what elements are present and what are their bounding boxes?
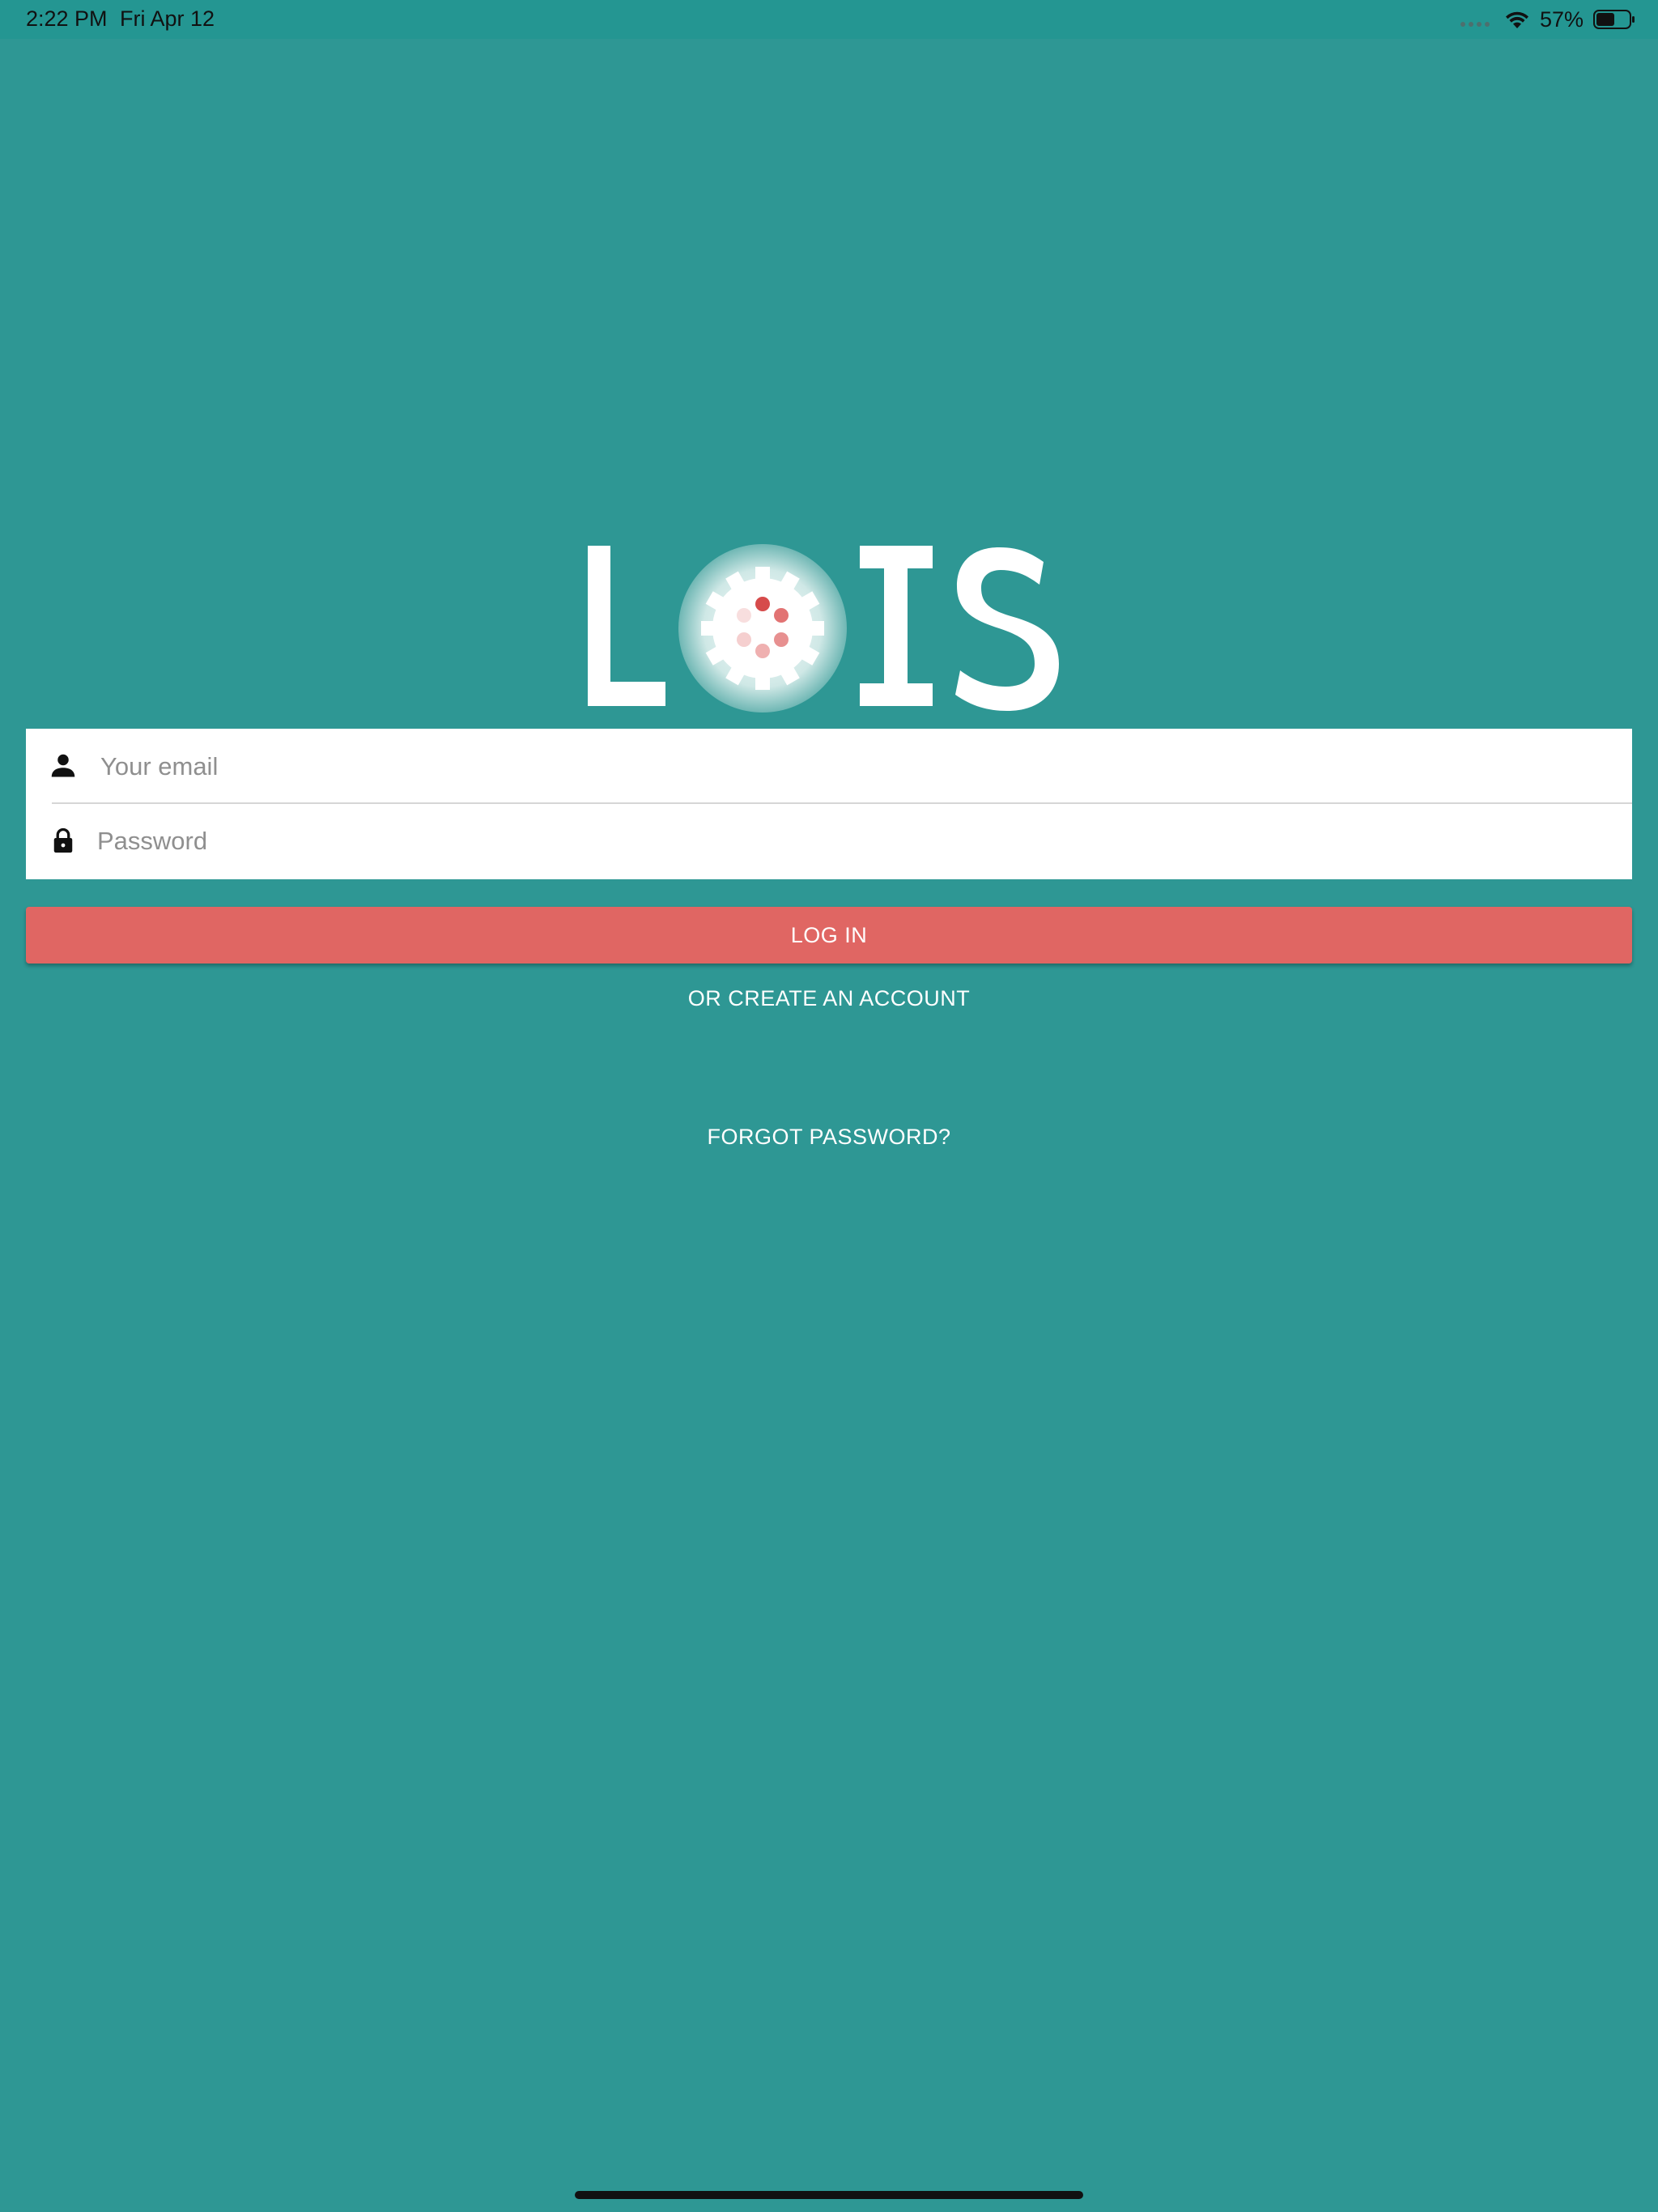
create-account-link[interactable]: OR CREATE AN ACCOUNT: [0, 986, 1658, 1011]
home-indicator[interactable]: [575, 2191, 1083, 2199]
password-field-row: [26, 803, 1632, 878]
person-icon: [51, 754, 75, 777]
battery-icon: [1593, 10, 1635, 29]
email-input[interactable]: [99, 743, 1608, 790]
forgot-password-link[interactable]: FORGOT PASSWORD?: [0, 1125, 1658, 1150]
status-bar: 2:22 PM Fri Apr 12 57%: [0, 0, 1658, 39]
wifi-icon: [1505, 11, 1528, 28]
battery-percent: 57%: [1539, 6, 1584, 32]
status-time: 2:22 PM: [26, 6, 108, 31]
cellular-signal-icon: [1460, 12, 1490, 27]
lois-logo: [588, 544, 1059, 713]
status-date: Fri Apr 12: [120, 6, 215, 31]
email-field-row: [26, 729, 1632, 803]
login-form: [26, 729, 1632, 879]
password-input[interactable]: [96, 818, 1605, 865]
status-indicators: 57%: [1460, 7, 1635, 32]
lock-icon: [53, 827, 73, 853]
login-button[interactable]: LOG IN: [26, 907, 1632, 963]
gear-logo-icon: [678, 544, 847, 713]
